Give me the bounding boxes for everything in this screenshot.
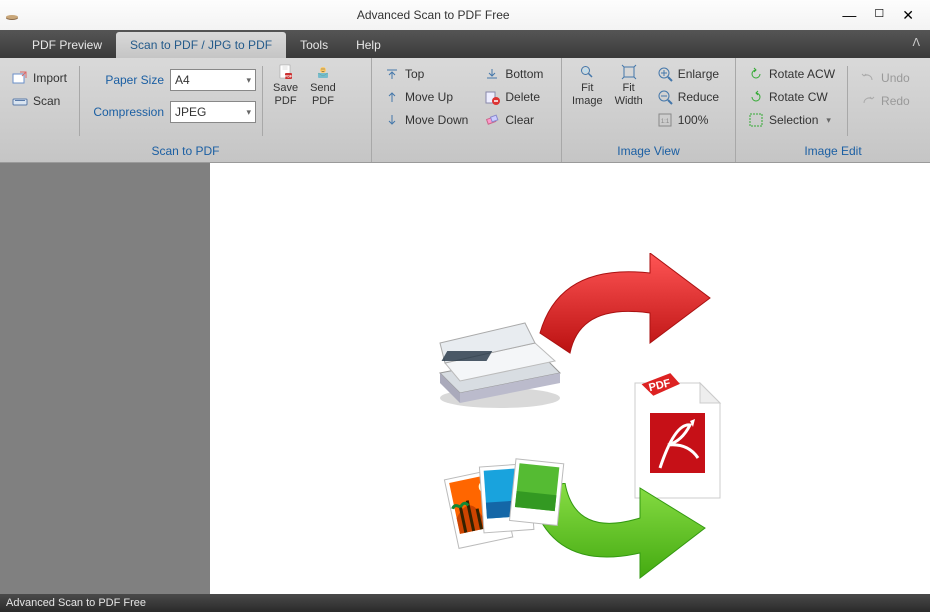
close-button[interactable]: ✕ [902,7,914,24]
selection-button[interactable]: Selection ▾ [742,110,841,130]
redo-label: Redo [881,94,910,108]
enlarge-button[interactable]: Enlarge [651,64,725,84]
rotate-cw-icon [748,89,764,105]
tab-tools[interactable]: Tools [286,32,342,58]
move-down-icon [384,112,400,128]
import-icon [12,70,28,86]
move-up-label: Move Up [405,90,453,104]
fit-image-button[interactable]: Fit Image [568,62,607,110]
rotate-cw-label: Rotate CW [769,90,828,104]
top-label: Top [405,67,424,81]
bottom-label: Bottom [505,67,543,81]
import-label: Import [33,71,67,85]
dropdown-icon: ▾ [246,107,251,118]
canvas: PDF [210,163,930,594]
fit-width-icon [621,64,637,80]
top-icon [384,66,400,82]
reduce-button[interactable]: Reduce [651,87,725,107]
move-down-label: Move Down [405,113,468,127]
clear-label: Clear [505,113,534,127]
delete-label: Delete [505,90,540,104]
zoom-100-label: 100% [678,113,709,127]
clear-button[interactable]: Clear [478,110,549,130]
bottom-button[interactable]: Bottom [478,64,549,84]
move-up-icon [384,89,400,105]
paper-size-select[interactable]: A4 ▾ [170,69,256,91]
bottom-icon [484,66,500,82]
redo-icon [860,93,876,109]
minimize-button[interactable]: — [842,7,856,24]
window-title: Advanced Scan to PDF Free [24,8,842,22]
scan-label: Scan [33,94,60,108]
photos-illustration [440,453,570,563]
group-scan-label: Scan to PDF [6,144,365,160]
fit-image-icon [579,64,595,80]
status-text: Advanced Scan to PDF Free [6,597,146,609]
app-icon [0,8,24,22]
send-pdf-button[interactable]: Send PDF [306,62,340,110]
paper-size-value: A4 [175,73,190,87]
send-pdf-label: Send PDF [310,82,336,108]
group-listops-label [378,144,555,160]
scan-button[interactable]: Scan [6,91,73,111]
save-pdf-label: Save PDF [273,82,298,108]
maximize-button[interactable]: ☐ [874,7,884,24]
save-pdf-button[interactable]: PDF Save PDF [269,62,302,110]
reduce-icon [657,89,673,105]
delete-button[interactable]: Delete [478,87,549,107]
delete-icon [484,89,500,105]
paper-size-label: Paper Size [86,73,164,87]
send-pdf-icon [315,64,331,80]
fit-width-label: Fit Width [615,82,643,108]
ribbon: Import Scan Paper Size A4 ▾ Compressio [0,58,930,163]
ribbon-tabs: PDF Preview Scan to PDF / JPG to PDF Too… [0,30,930,58]
svg-text:1:1: 1:1 [661,119,670,125]
workspace: PDF [0,163,930,594]
rotate-cw-button[interactable]: Rotate CW [742,87,841,107]
enlarge-icon [657,66,673,82]
rotate-acw-icon [748,66,764,82]
dropdown-icon: ▾ [826,115,831,126]
ribbon-collapse-icon[interactable]: ᐱ [912,36,920,49]
dropdown-icon: ▾ [246,75,251,86]
compression-label: Compression [86,105,164,119]
zoom-100-button[interactable]: 1:1 100% [651,110,725,130]
rotate-acw-label: Rotate ACW [769,67,835,81]
tab-pdf-preview[interactable]: PDF Preview [18,32,116,58]
move-up-button[interactable]: Move Up [378,87,474,107]
move-down-button[interactable]: Move Down [378,110,474,130]
enlarge-label: Enlarge [678,67,719,81]
reduce-label: Reduce [678,90,719,104]
status-bar: Advanced Scan to PDF Free [0,594,930,612]
undo-label: Undo [881,71,910,85]
top-button[interactable]: Top [378,64,474,84]
clear-icon [484,112,500,128]
title-bar: Advanced Scan to PDF Free — ☐ ✕ [0,0,930,30]
welcome-graphic: PDF [430,253,730,533]
undo-icon [860,70,876,86]
scanner-illustration [430,303,570,413]
compression-value: JPEG [175,105,206,119]
zoom-100-icon: 1:1 [657,112,673,128]
selection-icon [748,112,764,128]
save-pdf-icon: PDF [278,64,294,80]
group-image-view-label: Image View [568,144,729,160]
selection-label: Selection [769,113,818,127]
compression-select[interactable]: JPEG ▾ [170,101,256,123]
fit-width-button[interactable]: Fit Width [611,62,647,110]
scanner-icon [12,93,28,109]
redo-button[interactable]: Redo [854,91,916,111]
group-image-edit-label: Image Edit [742,144,924,160]
rotate-acw-button[interactable]: Rotate ACW [742,64,841,84]
import-button[interactable]: Import [6,68,73,88]
tab-help[interactable]: Help [342,32,395,58]
svg-text:PDF: PDF [285,75,293,79]
tab-scan-to-pdf[interactable]: Scan to PDF / JPG to PDF [116,32,286,58]
undo-button[interactable]: Undo [854,68,916,88]
fit-image-label: Fit Image [572,82,603,108]
